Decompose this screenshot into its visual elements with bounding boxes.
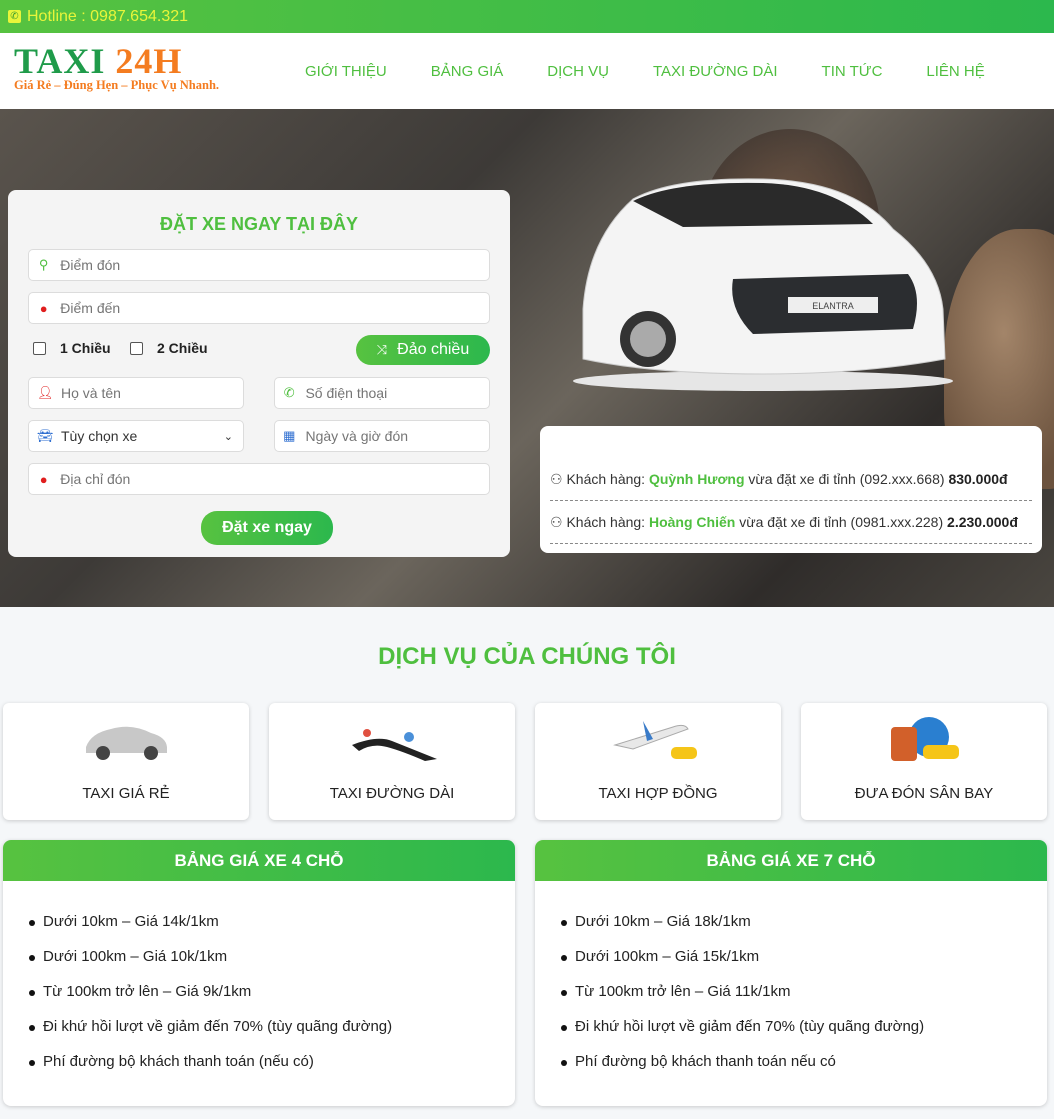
price-item: Dưới 10km – Giá 18k/1km — [561, 913, 1047, 948]
header: TAXI 24H Giá Rẻ – Đúng Hẹn – Phục Vụ Nha… — [0, 33, 1054, 109]
nav-gioi-thieu[interactable]: GIỚI THIỆU — [305, 63, 387, 80]
order-text: vừa đặt xe đi tỉnh (0981.xxx.228) — [739, 514, 944, 530]
one-way-checkbox[interactable] — [33, 341, 46, 355]
phone-square-icon: ✆ — [283, 385, 295, 400]
customer-name: Quỳnh Hương — [648, 471, 745, 487]
car-select-value: Tùy chọn xe — [61, 428, 138, 444]
services-section: DỊCH VỤ CỦA CHÚNG TÔI TAXI GIÁ RẺ TAXI Đ… — [0, 607, 1054, 837]
order-item: ⚇ Khách hàng: Quỳnh Hương vừa đặt xe đi … — [550, 471, 1032, 501]
main-nav: GIỚI THIỆU BẢNG GIÁ DỊCH VỤ TAXI ĐƯỜNG D… — [305, 63, 1029, 80]
booking-title: ĐẶT XE NGAY TẠI ĐÂY — [159, 214, 359, 234]
order-item: ⚇ Khách hàng: Hoàng Chiến vừa đặt xe đi … — [550, 514, 1032, 544]
road-map-icon — [352, 729, 437, 761]
one-way-label: 1 Chiều — [60, 340, 111, 356]
price-item: Dưới 100km – Giá 10k/1km — [29, 948, 515, 983]
car-image: ELANTRA — [573, 178, 953, 391]
service-label: TAXI ĐƯỜNG DÀI — [329, 785, 455, 802]
logo[interactable]: TAXI 24H Giá Rẻ – Đúng Hẹn – Phục Vụ Nha… — [14, 43, 219, 93]
logo-word-taxi: TAXI — [14, 41, 106, 81]
map-marker-icon: ● — [39, 300, 48, 316]
price-table-title: BẢNG GIÁ XE 7 CHỖ — [535, 840, 1047, 881]
map-marker-icon: ● — [39, 471, 48, 487]
price-item: Từ 100km trở lên – Giá 9k/1km — [29, 983, 515, 1018]
phone-icon: ✆ — [8, 10, 21, 23]
price-item: Dưới 10km – Giá 14k/1km — [29, 913, 515, 948]
destination-input[interactable] — [60, 300, 489, 316]
car-icon: 🚘︎ — [37, 428, 54, 443]
car-type-select[interactable]: 🚘︎ Tùy chọn xe ⌄ — [28, 420, 244, 452]
phone-input[interactable] — [305, 385, 489, 401]
two-way-label: 2 Chiều — [157, 340, 208, 356]
user-outline-icon: ⚇ — [550, 471, 563, 487]
service-label: TAXI HỢP ĐỒNG — [598, 785, 718, 802]
hero-banner: ĐẶT XE NGAY TẠI ĐÂY ⚲ ● 1 Chiều 2 Chiều … — [0, 109, 1054, 607]
price-item: Phí đường bộ khách thanh toán nếu có — [561, 1053, 1047, 1088]
service-card-taxi-duong-dai[interactable]: TAXI ĐƯỜNG DÀI — [269, 703, 515, 820]
pickup-input[interactable] — [60, 257, 489, 273]
calendar-icon: ▦ — [283, 428, 296, 443]
recent-orders-panel: ⚇ Khách hàng: Quỳnh Hương vừa đặt xe đi … — [540, 426, 1042, 553]
service-card-taxi-gia-re[interactable]: TAXI GIÁ RẺ — [3, 703, 249, 820]
price-item: Phí đường bộ khách thanh toán (nếu có) — [29, 1053, 515, 1088]
datetime-field[interactable]: ▦ — [274, 420, 490, 452]
service-card-taxi-hop-dong[interactable]: TAXI HỢP ĐỒNG — [535, 703, 781, 820]
nav-bang-gia[interactable]: BẢNG GIÁ — [431, 63, 504, 80]
price-item: Đi khứ hồi lượt về giảm đến 70% (tùy quã… — [561, 1018, 1047, 1053]
order-text: vừa đặt xe đi tỉnh (092.xxx.668) — [748, 471, 945, 487]
address-field[interactable]: ● — [28, 463, 490, 495]
two-way-option[interactable]: 2 Chiều — [130, 340, 208, 356]
nav-lien-he[interactable]: LIÊN HỆ — [926, 63, 984, 80]
shuffle-icon: ⤨ — [376, 342, 388, 357]
datetime-input[interactable] — [305, 428, 489, 444]
swap-label: Đảo chiều — [397, 341, 470, 358]
user-icon: 👤︎ — [37, 385, 54, 400]
price-item: Đi khứ hồi lượt về giảm đến 70% (tùy quã… — [29, 1018, 515, 1053]
one-way-option[interactable]: 1 Chiều — [33, 340, 111, 356]
person-pin-icon: ⚲ — [38, 257, 49, 272]
nav-taxi-duong-dai[interactable]: TAXI ĐƯỜNG DÀI — [653, 63, 778, 80]
two-way-checkbox[interactable] — [130, 341, 143, 355]
price-table-7-seat: BẢNG GIÁ XE 7 CHỖ Dưới 10km – Giá 18k/1k… — [535, 840, 1047, 1106]
booking-form: ĐẶT XE NGAY TẠI ĐÂY ⚲ ● 1 Chiều 2 Chiều … — [8, 190, 510, 557]
logo-tagline: Giá Rẻ – Đúng Hẹn – Phục Vụ Nhanh. — [14, 78, 220, 92]
airplane-taxi-icon — [613, 721, 697, 759]
order-prefix: Khách hàng: — [566, 471, 646, 487]
service-label: TAXI GIÁ RẺ — [82, 785, 170, 802]
hotline-text[interactable]: Hotline : 0987.654.321 — [27, 8, 188, 26]
price-list: Dưới 10km – Giá 14k/1km Dưới 100km – Giá… — [3, 881, 515, 1088]
top-bar: ✆ Hotline : 0987.654.321 — [0, 0, 1054, 33]
customer-name: Hoàng Chiến — [648, 514, 736, 530]
nav-dich-vu[interactable]: DỊCH VỤ — [547, 63, 609, 80]
destination-field[interactable]: ● — [28, 292, 490, 324]
sedan-car-icon — [86, 726, 167, 760]
order-amount: 2.230.000đ — [947, 514, 1018, 530]
price-list: Dưới 10km – Giá 18k/1km Dưới 100km – Giá… — [535, 881, 1047, 1088]
chevron-down-icon: ⌄ — [223, 430, 233, 443]
price-table-4-seat: BẢNG GIÁ XE 4 CHỖ Dưới 10km – Giá 14k/1k… — [3, 840, 515, 1106]
price-item: Từ 100km trở lên – Giá 11k/1km — [561, 983, 1047, 1018]
user-outline-icon: ⚇ — [550, 514, 563, 530]
nav-tin-tuc[interactable]: TIN TỨC — [822, 63, 883, 80]
services-title: DỊCH VỤ CỦA CHÚNG TÔI — [378, 643, 676, 670]
luggage-taxi-icon — [891, 717, 959, 761]
car-plate-text: ELANTRA — [812, 301, 854, 311]
price-item: Dưới 100km – Giá 15k/1km — [561, 948, 1047, 983]
car-rim — [630, 321, 666, 357]
book-now-button[interactable]: Đặt xe ngay — [201, 511, 333, 545]
phone-field[interactable]: ✆ — [274, 377, 490, 409]
address-input[interactable] — [60, 471, 489, 487]
order-amount: 830.000đ — [948, 471, 1008, 487]
swap-direction-button[interactable]: ⤨ Đảo chiều — [356, 335, 490, 365]
price-table-title: BẢNG GIÁ XE 4 CHỖ — [3, 840, 515, 881]
name-input[interactable] — [61, 385, 243, 401]
logo-word-24h: 24H — [115, 41, 183, 81]
name-field[interactable]: 👤︎ — [28, 377, 244, 409]
service-card-dua-don-san-bay[interactable]: ĐƯA ĐÓN SÂN BAY — [801, 703, 1047, 820]
service-label: ĐƯA ĐÓN SÂN BAY — [854, 785, 994, 802]
order-prefix: Khách hàng: — [566, 514, 646, 530]
pickup-field[interactable]: ⚲ — [28, 249, 490, 281]
